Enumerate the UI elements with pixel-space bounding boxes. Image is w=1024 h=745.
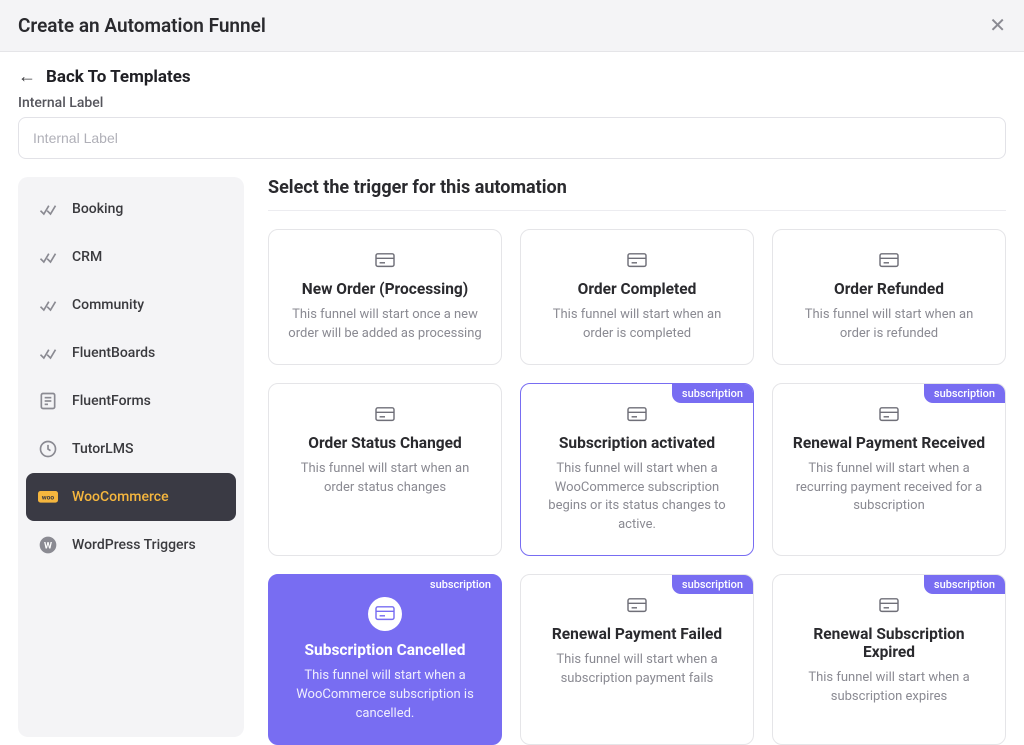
trigger-card-description: This funnel will start once a new order … (287, 306, 483, 344)
sidebar-item-woocommerce[interactable]: woo WooCommerce (26, 473, 236, 521)
subscription-badge: subscription (924, 384, 1005, 403)
trigger-card-title: Renewal Subscription Expired (791, 625, 987, 661)
sidebar-item-tutorlms[interactable]: TutorLMS (26, 425, 236, 473)
sidebar-item-fluentboards[interactable]: FluentBoards (26, 329, 236, 377)
check-icon (38, 199, 58, 219)
trigger-card-description: This funnel will start when a recurring … (791, 460, 987, 517)
tutor-icon (38, 439, 58, 459)
order-icon (368, 597, 402, 631)
trigger-card-description: This funnel will start when a subscripti… (539, 651, 735, 689)
trigger-cards-grid: New Order (Processing) This funnel will s… (268, 229, 1006, 745)
order-icon (878, 252, 900, 270)
trigger-card-description: This funnel will start when a WooCommerc… (287, 667, 483, 724)
order-icon (878, 597, 900, 615)
sidebar-item-label: WooCommerce (72, 489, 169, 505)
subscription-badge: subscription (924, 575, 1005, 594)
subscription-badge: subscription (672, 384, 753, 403)
trigger-card-title: Renewal Payment Failed (539, 625, 735, 643)
order-icon (374, 252, 396, 270)
trigger-card[interactable]: subscription Renewal Payment Failed This f… (520, 574, 754, 745)
sidebar-item-label: CRM (72, 249, 102, 265)
sidebar-item-booking[interactable]: Booking (26, 185, 236, 233)
sidebar-item-label: TutorLMS (72, 441, 133, 457)
order-icon (878, 406, 900, 424)
back-row: ← Back To Templates (0, 52, 1024, 95)
trigger-card-title: New Order (Processing) (287, 280, 483, 298)
svg-text:woo: woo (42, 493, 55, 501)
trigger-card[interactable]: Order Completed This funnel will start wh… (520, 229, 754, 365)
order-icon (374, 406, 396, 424)
trigger-card[interactable]: subscription Renewal Subscription Expired… (772, 574, 1006, 745)
trigger-card-title: Subscription activated (539, 434, 735, 452)
subscription-badge: subscription (672, 575, 753, 594)
order-icon (626, 252, 648, 270)
close-button[interactable]: ✕ (989, 16, 1006, 36)
trigger-card[interactable]: Order Refunded This funnel will start whe… (772, 229, 1006, 365)
trigger-card[interactable]: subscription Subscription activated This f… (520, 383, 754, 556)
sidebar-item-crm[interactable]: CRM (26, 233, 236, 281)
svg-text:W: W (44, 541, 52, 551)
close-icon: ✕ (989, 15, 1006, 37)
trigger-card-title: Order Status Changed (287, 434, 483, 452)
order-icon (626, 597, 648, 615)
back-label[interactable]: Back To Templates (46, 67, 191, 87)
trigger-card-title: Order Refunded (791, 280, 987, 298)
trigger-card-description: This funnel will start when an order sta… (287, 460, 483, 498)
sidebar-item-label: Community (72, 297, 144, 313)
arrow-left-icon: ← (18, 66, 36, 86)
internal-label-fieldlabel: Internal Label (0, 95, 1024, 117)
internal-label-input[interactable] (18, 117, 1006, 159)
sidebar-item-label: FluentForms (72, 393, 151, 409)
sidebar-item-label: WordPress Triggers (72, 537, 196, 553)
trigger-main: Select the trigger for this automation N… (268, 177, 1006, 737)
back-button[interactable]: ← (18, 66, 36, 87)
trigger-card-title: Subscription Cancelled (287, 641, 483, 659)
sidebar-item-wordpress-triggers[interactable]: W WordPress Triggers (26, 521, 236, 569)
sidebar-item-fluentforms[interactable]: FluentForms (26, 377, 236, 425)
modal-title: Create an Automation Funnel (18, 14, 266, 37)
order-icon (626, 406, 648, 424)
trigger-card[interactable]: subscription Renewal Payment Received This… (772, 383, 1006, 556)
trigger-card-description: This funnel will start when an order is … (539, 306, 735, 344)
trigger-card[interactable]: New Order (Processing) This funnel will s… (268, 229, 502, 365)
trigger-card[interactable]: Order Status Changed This funnel will sta… (268, 383, 502, 556)
check-icon (38, 343, 58, 363)
trigger-card-description: This funnel will start when an order is … (791, 306, 987, 344)
trigger-card-description: This funnel will start when a subscripti… (791, 669, 987, 707)
content-area: Booking CRM Community FluentBoards FluentFor… (0, 177, 1024, 737)
sidebar-item-label: FluentBoards (72, 345, 155, 361)
sidebar-item-label: Booking (72, 201, 123, 217)
trigger-card-title: Renewal Payment Received (791, 434, 987, 452)
check-icon (38, 247, 58, 267)
section-title: Select the trigger for this automation (268, 177, 1006, 211)
check-icon (38, 295, 58, 315)
trigger-card-description: This funnel will start when a WooCommerc… (539, 460, 735, 535)
form-icon (38, 391, 58, 411)
woo-icon: woo (38, 487, 58, 507)
wp-icon: W (38, 535, 58, 555)
sidebar-item-community[interactable]: Community (26, 281, 236, 329)
trigger-card[interactable]: subscription Subscription Cancelled This f… (268, 574, 502, 745)
modal-header: Create an Automation Funnel ✕ (0, 0, 1024, 52)
subscription-badge: subscription (420, 575, 501, 594)
trigger-category-sidebar: Booking CRM Community FluentBoards FluentFor… (18, 177, 244, 737)
trigger-card-title: Order Completed (539, 280, 735, 298)
